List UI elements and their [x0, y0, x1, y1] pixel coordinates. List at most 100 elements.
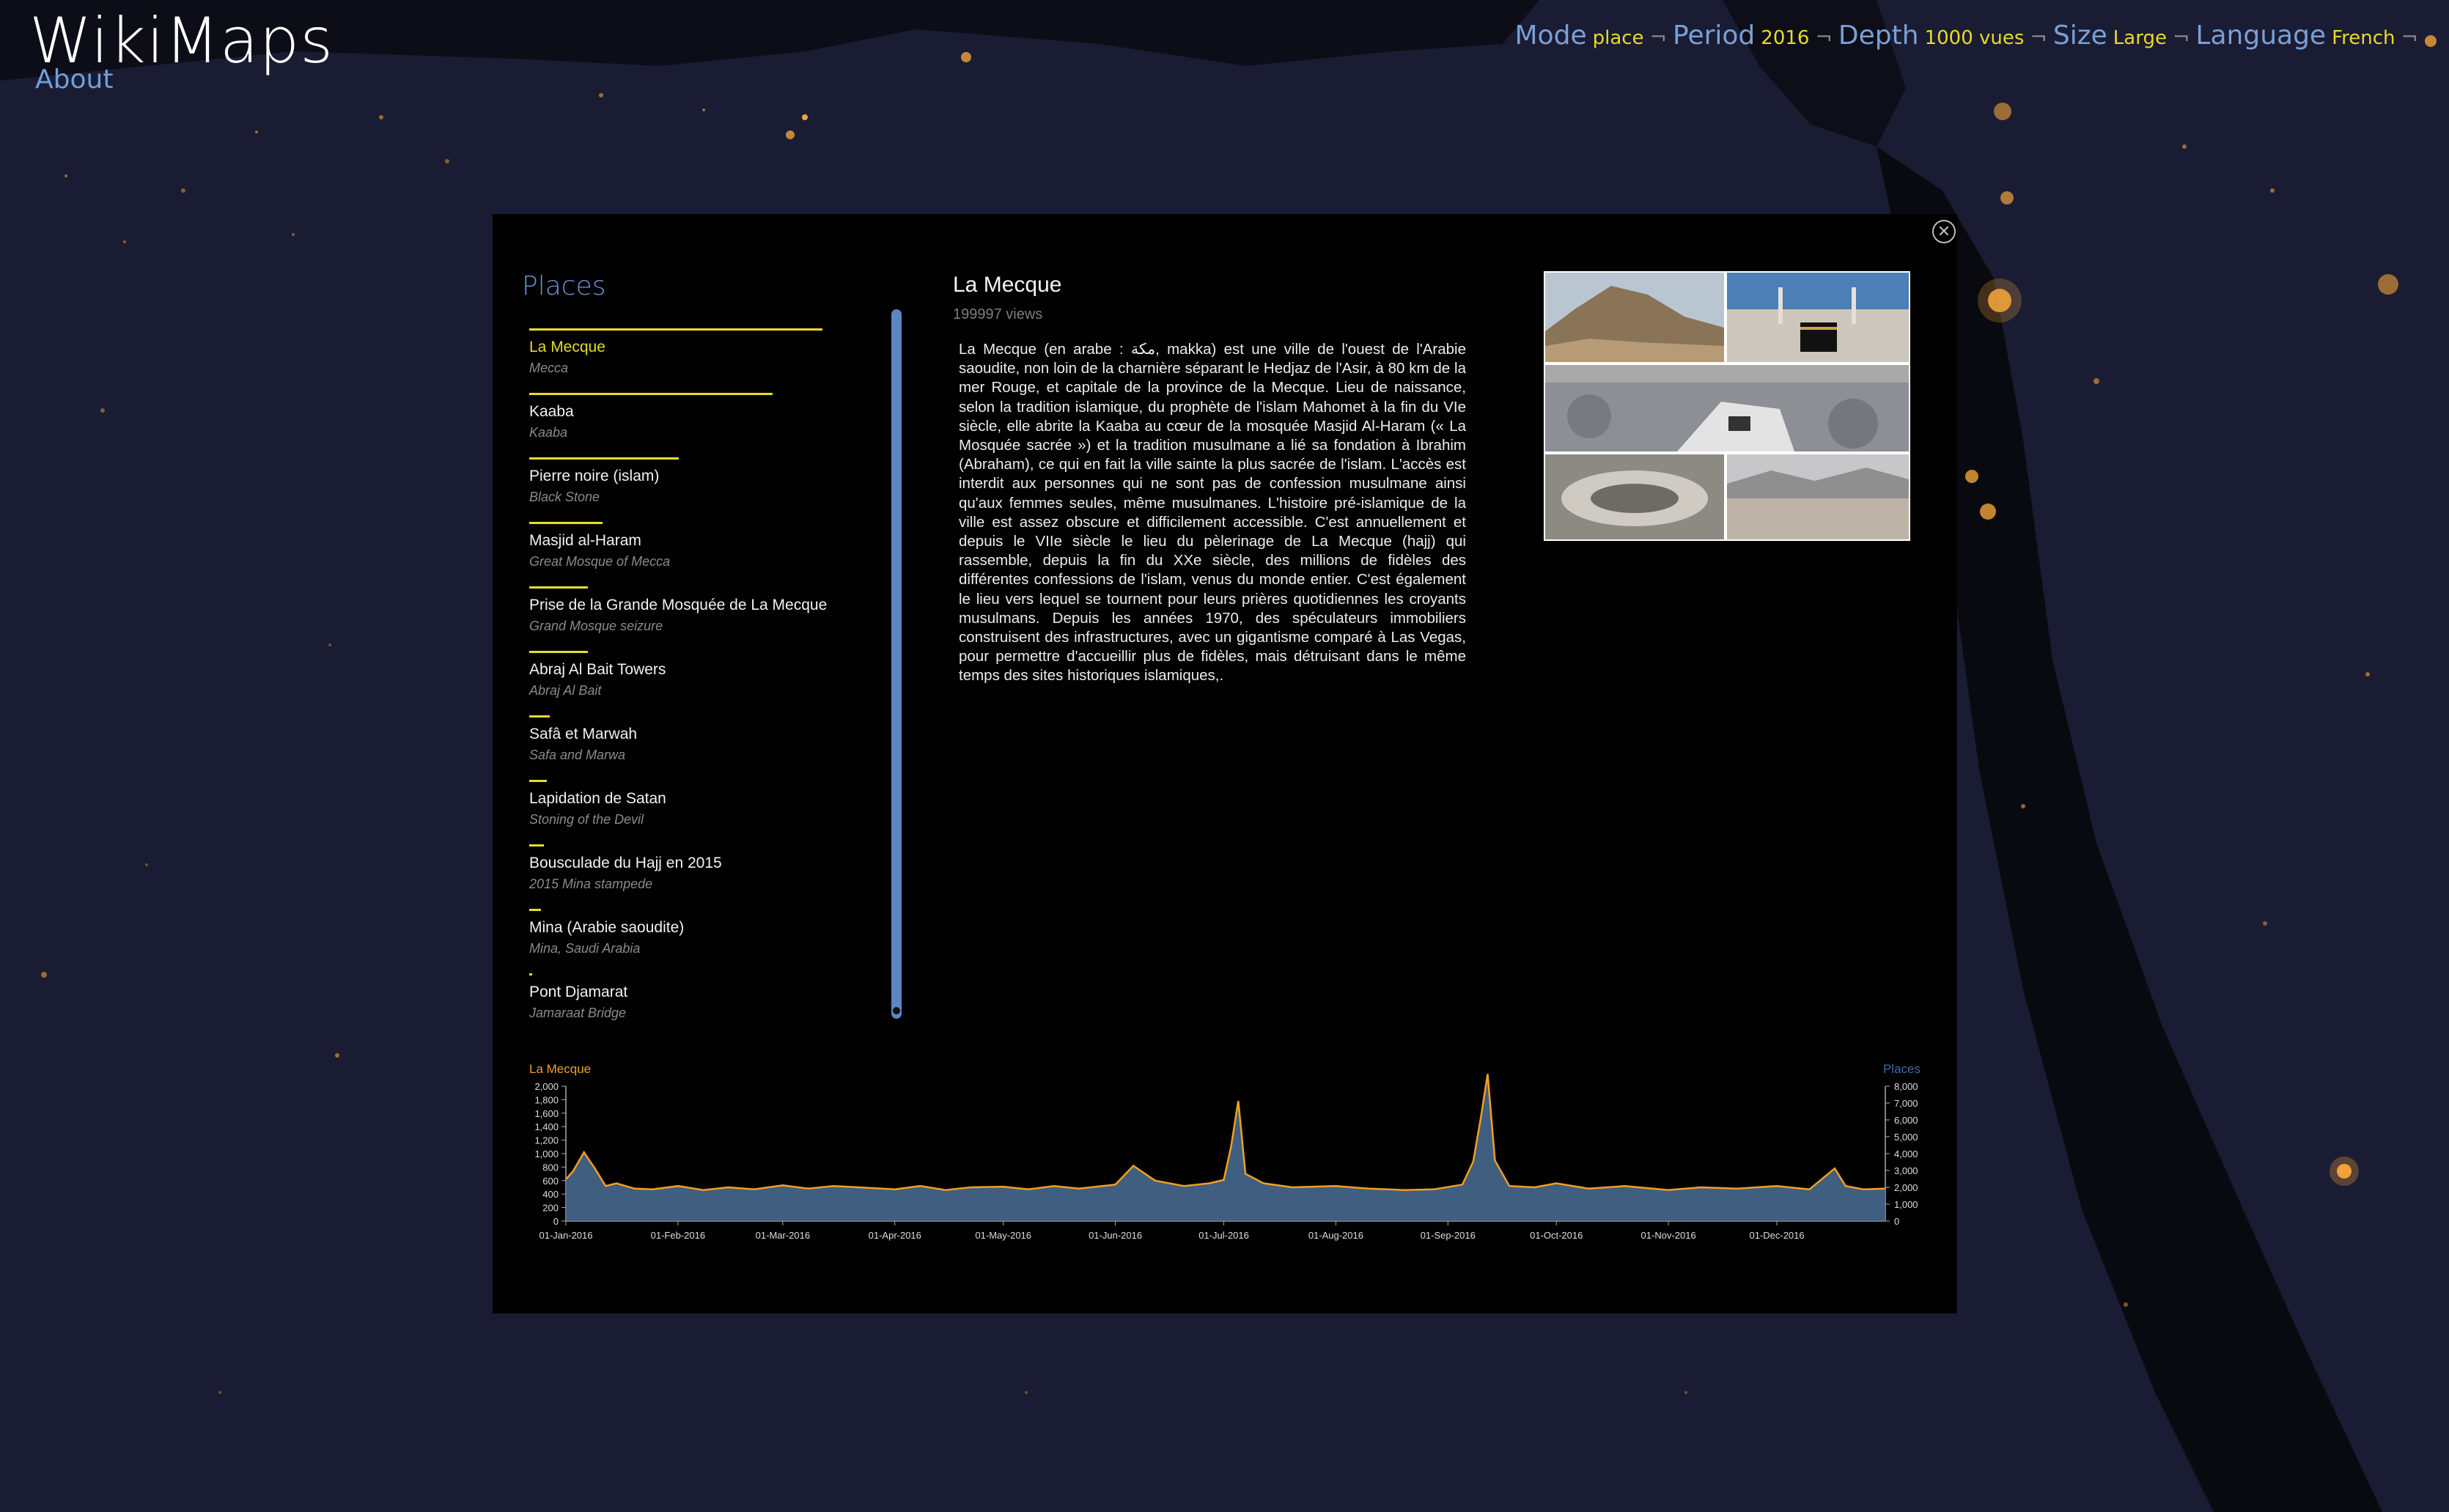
places-list: La Mecque Mecca Kaaba Kaaba Pierre noire…: [529, 328, 866, 1020]
place-name: La Mecque: [529, 339, 605, 355]
place-popularity-bar: [529, 909, 541, 911]
x-tick-label: 01-Aug-2016: [1308, 1230, 1363, 1241]
mountain-photo[interactable]: [1545, 273, 1724, 362]
x-tick-label: 01-Apr-2016: [869, 1230, 921, 1241]
place-popularity-bar: [529, 328, 822, 331]
photo-gallery[interactable]: [1544, 271, 1910, 541]
nav-separator: ¬: [2172, 25, 2190, 49]
nav-separator: ¬: [2401, 25, 2418, 49]
place-item[interactable]: Abraj Al Bait Towers Abraj Al Bait: [529, 651, 866, 715]
x-tick-label: 01-Mar-2016: [756, 1230, 810, 1241]
close-icon[interactable]: ✕: [1932, 220, 1956, 243]
place-name: Prise de la Grande Mosquée de La Mecque: [529, 597, 828, 613]
place-english-name: Grand Mosque seizure: [529, 619, 663, 633]
left-tick-label: 1,600: [534, 1108, 559, 1119]
left-tick-label: 1,400: [534, 1121, 559, 1132]
place-english-name: Great Mosque of Mecca: [529, 554, 671, 569]
place-item[interactable]: Lapidation de Satan Stoning of the Devil: [529, 780, 866, 844]
right-tick-label: 6,000: [1894, 1115, 1918, 1126]
top-navigation: Mode place ¬ Period 2016 ¬ Depth 1000 vues ¬ Size…: [1515, 21, 2425, 51]
chart-left-series-label: La Mecque: [529, 1062, 591, 1076]
places-heading: Places: [522, 271, 606, 301]
place-english-name: Stoning of the Devil: [529, 812, 644, 827]
aerial-mosque-photo[interactable]: [1545, 365, 1909, 451]
nav-separator: ¬: [1649, 25, 1668, 49]
nav-separator: ¬: [2030, 25, 2047, 49]
nav-language-label: Language: [2195, 21, 2327, 51]
nav-depth-label: Depth: [1838, 21, 1919, 51]
right-tick-label: 0: [1894, 1216, 1899, 1227]
place-popularity-bar: [529, 393, 773, 395]
left-tick-label: 1,200: [534, 1135, 559, 1146]
place-name: Safâ et Marwah: [529, 726, 638, 742]
x-tick-label: 01-May-2016: [975, 1230, 1031, 1241]
place-name: Pierre noire (islam): [529, 468, 660, 484]
place-english-name: Kaaba: [529, 425, 568, 440]
x-tick-label: 01-Jan-2016: [539, 1230, 593, 1241]
right-tick-label: 5,000: [1894, 1132, 1918, 1143]
right-tick-label: 2,000: [1894, 1182, 1918, 1193]
left-tick-label: 1,000: [534, 1148, 559, 1159]
place-english-name: Mecca: [529, 361, 569, 375]
nav-mode-value: place: [1592, 27, 1644, 49]
nav-size-value: Large: [2113, 27, 2167, 49]
x-tick-label: 01-Oct-2016: [1530, 1230, 1583, 1241]
x-tick-label: 01-Jun-2016: [1089, 1230, 1142, 1241]
place-item[interactable]: Bousculade du Hajj en 2015 2015 Mina sta…: [529, 844, 866, 909]
place-popularity-bar: [529, 780, 547, 782]
nav-depth[interactable]: Depth 1000 vues: [1838, 21, 2025, 51]
article-text: La Mecque (en arabe : مكة, makka) est un…: [959, 341, 1467, 685]
page-views-chart[interactable]: La Mecque Places 0 200 400 600 800 1,000 1,200…: [493, 1057, 1957, 1262]
place-popularity-bar: [529, 651, 588, 653]
place-name: Masjid al-Haram: [529, 532, 641, 549]
la-mecque-line: [565, 1074, 1886, 1191]
nav-language[interactable]: Language French: [2195, 21, 2395, 51]
nav-mode[interactable]: Mode place: [1515, 21, 1644, 51]
detail-panel: ✕ Places La Mecque Mecca Kaaba Kaaba Pie…: [493, 214, 1957, 1313]
nav-depth-value: 1000 vues: [1924, 27, 2025, 49]
kaaba-photo[interactable]: [1727, 273, 1909, 362]
right-tick-label: 4,000: [1894, 1148, 1918, 1159]
place-name: Bousculade du Hajj en 2015: [529, 855, 722, 871]
place-name: Abraj Al Bait Towers: [529, 661, 666, 678]
place-english-name: Jamaraat Bridge: [529, 1006, 627, 1020]
place-name: Pont Djamarat: [529, 984, 628, 1000]
x-tick-label: 01-Sep-2016: [1421, 1230, 1476, 1241]
place-item[interactable]: Mina (Arabie saoudite) Mina, Saudi Arabi…: [529, 909, 866, 973]
place-item[interactable]: La Mecque Mecca: [529, 328, 866, 393]
article-views: 199997 views: [953, 306, 1043, 322]
place-item[interactable]: Pont Djamarat Jamaraat Bridge: [529, 973, 866, 1038]
place-popularity-bar: [529, 586, 588, 589]
left-tick-label: 600: [542, 1176, 559, 1187]
place-name: Mina (Arabie saoudite): [529, 919, 685, 936]
chart-right-series-label: Places: [1883, 1062, 1920, 1076]
place-item[interactable]: Masjid al-Haram Great Mosque of Mecca: [529, 522, 866, 586]
x-tick-label: 01-Feb-2016: [651, 1230, 705, 1241]
place-popularity-bar: [529, 457, 679, 460]
place-popularity-bar: [529, 715, 550, 718]
right-tick-label: 8,000: [1894, 1081, 1918, 1092]
place-popularity-bar: [529, 973, 532, 976]
place-item[interactable]: Kaaba Kaaba: [529, 393, 866, 457]
places-area: [566, 1074, 1885, 1221]
nav-period-value: 2016: [1761, 27, 1810, 49]
left-tick-label: 800: [542, 1162, 559, 1173]
place-popularity-bar: [529, 844, 544, 847]
left-tick-label: 1,800: [534, 1094, 559, 1105]
place-item[interactable]: Prise de la Grande Mosquée de La Mecque …: [529, 586, 866, 651]
place-item[interactable]: Pierre noire (islam) Black Stone: [529, 457, 866, 522]
left-tick-label: 200: [542, 1203, 559, 1214]
scrollbar-end-handle[interactable]: [891, 1006, 902, 1016]
place-item[interactable]: Safâ et Marwah Safa and Marwa: [529, 715, 866, 780]
tent-city-photo[interactable]: [1727, 454, 1909, 539]
left-tick-label: 0: [553, 1216, 559, 1227]
places-scrollbar[interactable]: [891, 309, 902, 1019]
nav-period-label: Period: [1673, 21, 1756, 51]
place-popularity-bar: [529, 522, 603, 524]
nav-mode-label: Mode: [1514, 21, 1587, 51]
nav-size[interactable]: Size Large: [2053, 21, 2167, 51]
about-link[interactable]: About: [35, 64, 113, 95]
right-tick-label: 3,000: [1894, 1165, 1918, 1176]
nav-period[interactable]: Period 2016: [1673, 21, 1809, 51]
construction-photo[interactable]: [1545, 454, 1724, 539]
